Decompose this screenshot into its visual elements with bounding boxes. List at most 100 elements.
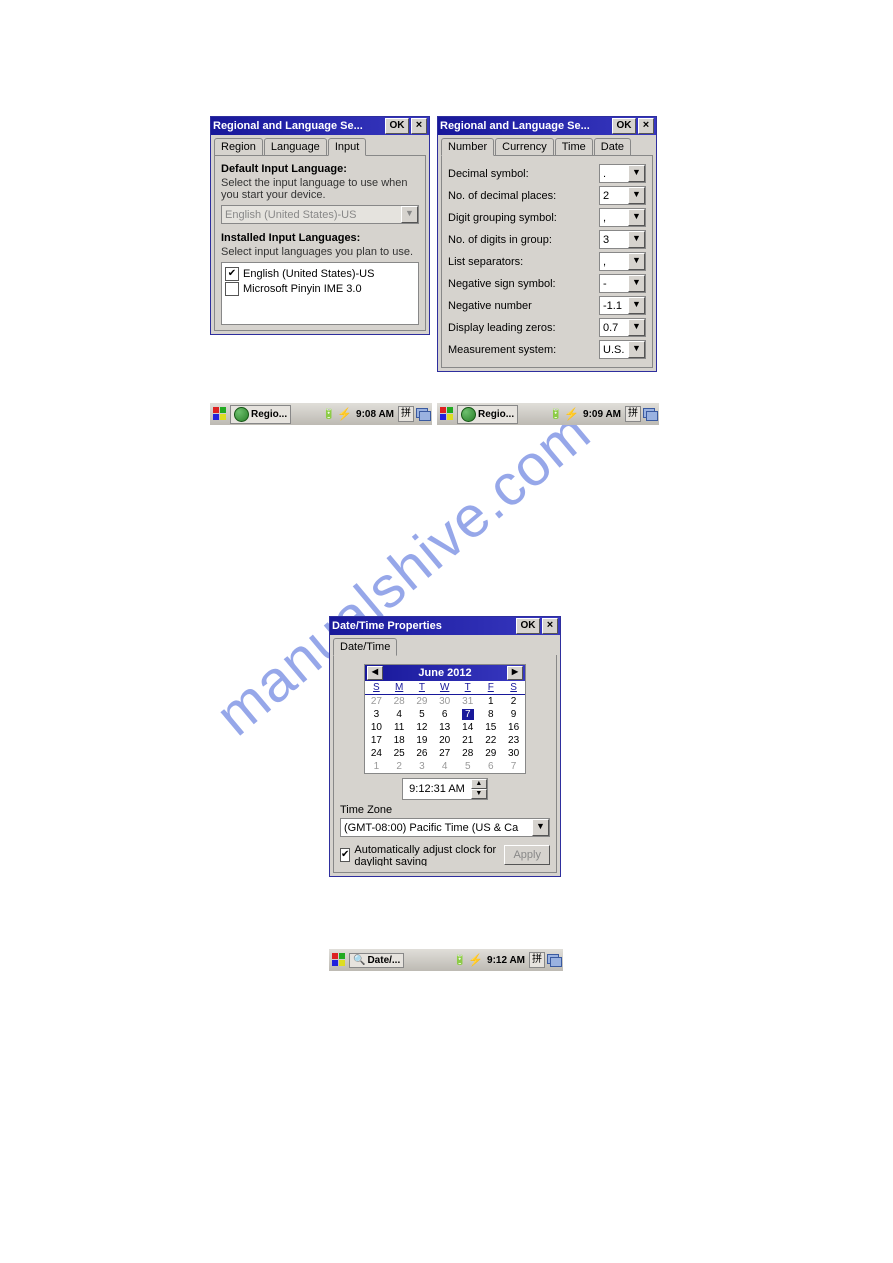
ok-button[interactable]: OK	[385, 118, 409, 134]
calendar-day[interactable]: 27	[433, 747, 456, 760]
calendar-day[interactable]: 4	[388, 708, 411, 721]
close-button[interactable]: ×	[411, 118, 427, 134]
apply-button[interactable]: Apply	[504, 845, 550, 865]
time-input[interactable]: 9:12:31 AM ▲▼	[402, 778, 488, 800]
calendar-day[interactable]: 17	[365, 734, 388, 747]
taskbar-app-button[interactable]: 🔍Date/...	[349, 953, 404, 968]
tab-region[interactable]: Region	[214, 138, 263, 156]
calendar-day[interactable]: 31	[456, 695, 479, 709]
calendar-day[interactable]: 25	[388, 747, 411, 760]
tab-number[interactable]: Number	[441, 138, 494, 156]
calendar-day[interactable]: 22	[479, 734, 502, 747]
calendar-day[interactable]: 8	[479, 708, 502, 721]
calendar-day[interactable]: 19	[411, 734, 434, 747]
default-language-select[interactable]: English (United States)-US ▼	[221, 205, 419, 224]
ime-button[interactable]: 拼	[625, 406, 641, 422]
calendar-day[interactable]: 30	[433, 695, 456, 709]
calendar-day[interactable]: 9	[502, 708, 525, 721]
setting-select[interactable]: U.S.▼	[599, 340, 646, 359]
calendar-day[interactable]: 27	[365, 695, 388, 709]
installed-heading: Installed Input Languages:	[221, 232, 419, 244]
setting-select[interactable]: 3▼	[599, 230, 646, 249]
windows-stack-icon[interactable]	[547, 954, 561, 966]
setting-select[interactable]: ,▼	[599, 252, 646, 271]
calendar-day[interactable]: 18	[388, 734, 411, 747]
ime-button[interactable]: 拼	[398, 406, 414, 422]
tab-time[interactable]: Time	[555, 138, 593, 156]
ok-button[interactable]: OK	[516, 618, 540, 634]
calendar-day[interactable]: 2	[502, 695, 525, 709]
calendar-day[interactable]: 24	[365, 747, 388, 760]
chevron-down-icon: ▼	[628, 341, 645, 358]
setting-select[interactable]: 0.7▼	[599, 318, 646, 337]
calendar-day[interactable]: 4	[433, 760, 456, 773]
windows-stack-icon[interactable]	[416, 408, 430, 420]
auto-adjust-checkbox[interactable]: ✔ Automatically adjust clock for dayligh…	[340, 844, 504, 866]
calendar-day[interactable]: 6	[433, 708, 456, 721]
setting-label: Digit grouping symbol:	[448, 212, 599, 224]
calendar-day[interactable]: 3	[365, 708, 388, 721]
calendar-day[interactable]: 30	[502, 747, 525, 760]
calendar-day[interactable]: 13	[433, 721, 456, 734]
calendar-day[interactable]: 5	[411, 708, 434, 721]
tab-datetime[interactable]: Date/Time	[333, 638, 397, 656]
calendar-day[interactable]: 11	[388, 721, 411, 734]
calendar-day[interactable]: 26	[411, 747, 434, 760]
calendar-day[interactable]: 28	[456, 747, 479, 760]
calendar-day[interactable]: 29	[479, 747, 502, 760]
prev-month-button[interactable]: ◀	[367, 666, 383, 680]
tab-language[interactable]: Language	[264, 138, 327, 156]
clock[interactable]: 9:12 AM	[487, 955, 525, 966]
tab-currency[interactable]: Currency	[495, 138, 554, 156]
calendar-day[interactable]: 6	[479, 760, 502, 773]
start-button[interactable]	[439, 406, 455, 422]
datetime-properties-window: Date/Time Properties OK × Date/Time ◀ Ju…	[329, 616, 561, 877]
calendar-day[interactable]: 28	[388, 695, 411, 709]
calendar-day[interactable]: 14	[456, 721, 479, 734]
clock[interactable]: 9:09 AM	[583, 409, 621, 420]
language-checkbox[interactable]: ✔English (United States)-US	[225, 267, 415, 281]
bolt-icon: ⚡	[337, 407, 352, 421]
start-button[interactable]	[331, 952, 347, 968]
tab-input[interactable]: Input	[328, 138, 366, 156]
taskbar-app-button[interactable]: Regio...	[457, 405, 518, 424]
close-button[interactable]: ×	[638, 118, 654, 134]
calendar-day[interactable]: 5	[456, 760, 479, 773]
calendar-day[interactable]: 16	[502, 721, 525, 734]
checkbox-icon	[225, 282, 239, 296]
dow-header: T	[456, 681, 479, 695]
windows-logo-icon	[440, 407, 454, 421]
setting-select[interactable]: .▼	[599, 164, 646, 183]
next-month-button[interactable]: ▶	[507, 666, 523, 680]
calendar-day[interactable]: 1	[479, 695, 502, 709]
setting-select[interactable]: -▼	[599, 274, 646, 293]
calendar-day[interactable]: 23	[502, 734, 525, 747]
tab-date[interactable]: Date	[594, 138, 631, 156]
calendar-day[interactable]: 29	[411, 695, 434, 709]
ok-button[interactable]: OK	[612, 118, 636, 134]
calendar-day[interactable]: 7	[456, 708, 479, 721]
timezone-select[interactable]: (GMT-08:00) Pacific Time (US & Ca ▼	[340, 818, 550, 837]
regional-settings-input-window: Regional and Language Se... OK × RegionL…	[210, 116, 430, 335]
calendar-day[interactable]: 1	[365, 760, 388, 773]
calendar-day[interactable]: 2	[388, 760, 411, 773]
taskbar-app-button[interactable]: Regio...	[230, 405, 291, 424]
close-button[interactable]: ×	[542, 618, 558, 634]
start-button[interactable]	[212, 406, 228, 422]
installed-languages-list: ✔English (United States)-USMicrosoft Pin…	[221, 262, 419, 325]
language-checkbox[interactable]: Microsoft Pinyin IME 3.0	[225, 282, 415, 296]
calendar-day[interactable]: 12	[411, 721, 434, 734]
calendar-day[interactable]: 7	[502, 760, 525, 773]
clock[interactable]: 9:08 AM	[356, 409, 394, 420]
setting-select[interactable]: ,▼	[599, 208, 646, 227]
calendar-day[interactable]: 21	[456, 734, 479, 747]
ime-button[interactable]: 拼	[529, 952, 545, 968]
time-spinner[interactable]: ▲▼	[471, 779, 487, 799]
calendar-day[interactable]: 3	[411, 760, 434, 773]
windows-stack-icon[interactable]	[643, 408, 657, 420]
setting-select[interactable]: 2▼	[599, 186, 646, 205]
setting-select[interactable]: -1.1▼	[599, 296, 646, 315]
calendar-day[interactable]: 20	[433, 734, 456, 747]
calendar-day[interactable]: 15	[479, 721, 502, 734]
calendar-day[interactable]: 10	[365, 721, 388, 734]
